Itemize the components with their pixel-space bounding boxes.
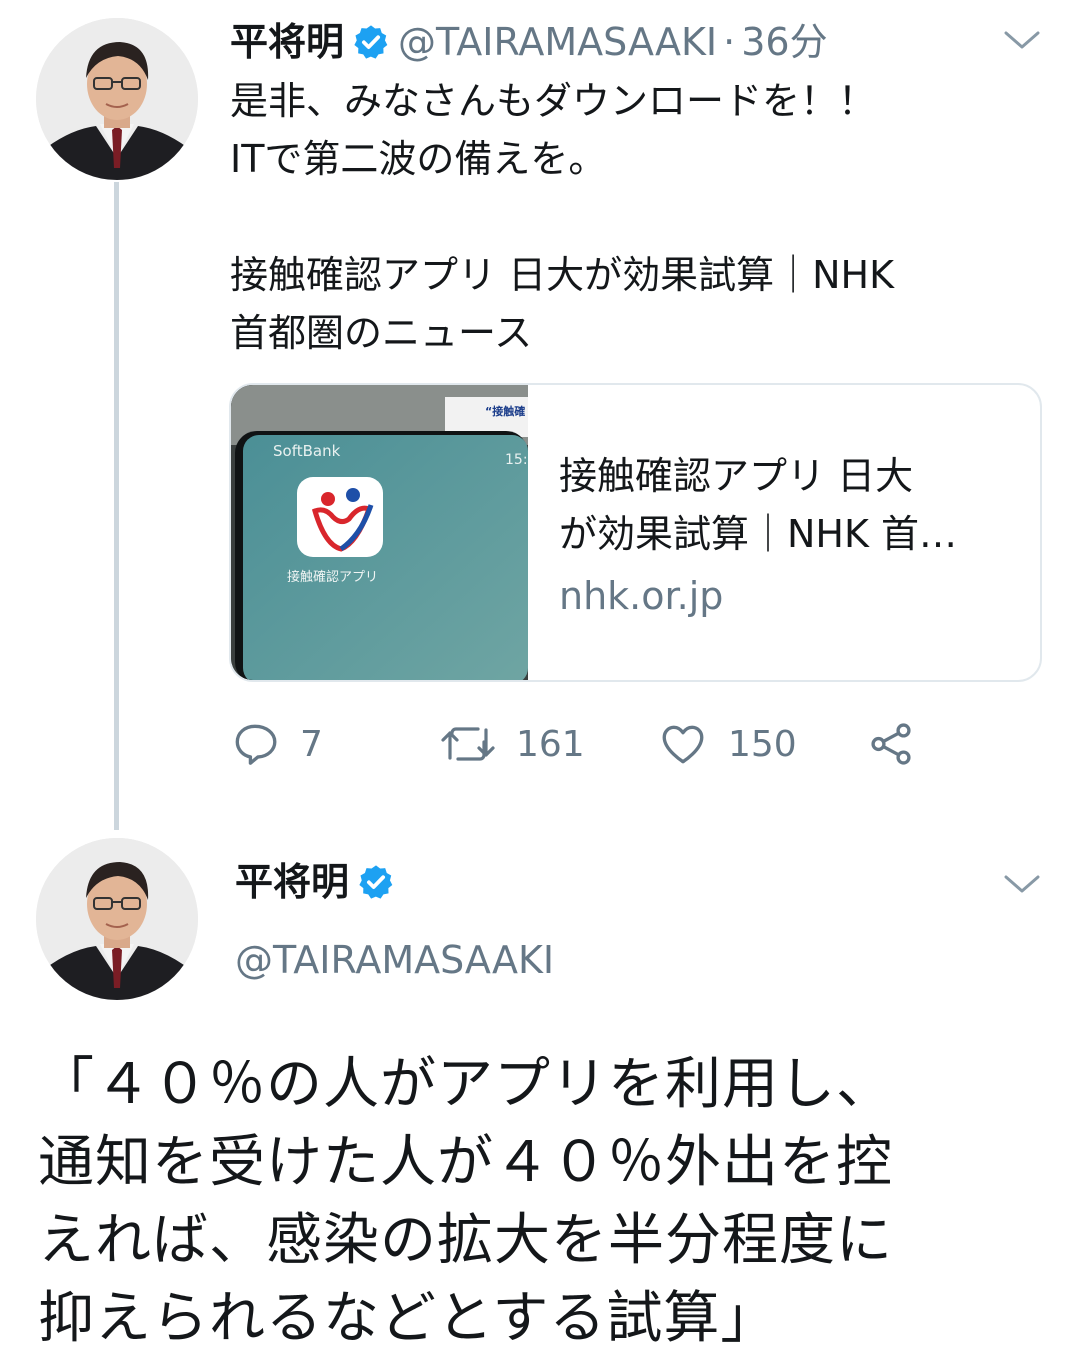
avatar[interactable] (36, 838, 198, 1000)
reply-count: 7 (300, 723, 323, 765)
card-thumbnail: “接触確 SoftBank 15: 接触確認アプリ (231, 385, 528, 680)
reply-button[interactable]: 7 (230, 714, 323, 774)
reply-icon (235, 724, 277, 765)
heart-icon (662, 725, 704, 764)
sign-text: “接触確 (485, 404, 525, 418)
carrier-label: SoftBank (273, 442, 341, 460)
chevron-down-icon[interactable] (1002, 872, 1042, 896)
tweet-text: 是非、みなさんもダウンロードを！！ ITで第二波の備えを。 接触確認アプリ 日大… (230, 79, 894, 355)
profile-photo (36, 838, 198, 1000)
retweet-icon (441, 727, 495, 761)
tweet-timestamp[interactable]: 36分 (741, 14, 827, 70)
card-domain: nhk.or.jp (559, 574, 724, 618)
retweet-count: 161 (516, 723, 585, 765)
card-title-line-1: 接触確認アプリ 日大 (559, 454, 914, 498)
like-button[interactable]: 150 (658, 714, 797, 774)
status-time: 15: (505, 452, 528, 468)
tweet-text-line-2: 通知を受けた人が４０％外出を控 (38, 1130, 893, 1195)
card-title-line-2: が効果試算｜NHK 首… (559, 512, 957, 556)
tweet-text-line-4: 抑えられるなどとする試算」 (38, 1286, 778, 1351)
display-name[interactable]: 平将明 (230, 14, 344, 70)
share-icon (871, 723, 911, 765)
like-count: 150 (728, 723, 797, 765)
tweet-header: 平将明 @TAIRAMASAAKI · 36分 (230, 14, 828, 70)
chevron-down-icon[interactable] (1002, 28, 1042, 52)
avatar[interactable] (36, 18, 198, 180)
card-title: 接触確認アプリ 日大 が効果試算｜NHK 首… (559, 447, 1019, 563)
tweet-thread-view: 平将明 @TAIRAMASAAKI · 36分 是非、みなさんもダウンロードを！… (0, 0, 1080, 1370)
thread-connector-line (114, 182, 119, 830)
user-handle[interactable]: @TAIRAMASAAKI (398, 14, 717, 70)
user-handle[interactable]: @TAIRAMASAAKI (235, 932, 554, 988)
tweet-text-line-1: 「４０％の人がアプリを利用し、 (38, 1052, 893, 1117)
display-name[interactable]: 平将明 (235, 852, 349, 912)
tweet-header: 平将明 (235, 852, 403, 912)
app-icon-label: 接触確認アプリ (287, 569, 378, 585)
share-button[interactable] (866, 714, 916, 774)
profile-photo (36, 18, 198, 180)
tweet-text: 「４０％の人がアプリを利用し、 通知を受けた人が４０％外出を控 えれば、感染の拡… (38, 1046, 1048, 1358)
separator-dot: · (723, 20, 736, 64)
verified-badge-icon (352, 23, 390, 61)
verified-badge-icon (357, 863, 395, 901)
tweet-text-line-3: えれば、感染の拡大を半分程度に (38, 1208, 893, 1273)
retweet-button[interactable]: 161 (440, 714, 585, 774)
link-preview-card[interactable]: “接触確 SoftBank 15: 接触確認アプリ 接触確認アプリ 日大 が効果… (229, 383, 1042, 682)
